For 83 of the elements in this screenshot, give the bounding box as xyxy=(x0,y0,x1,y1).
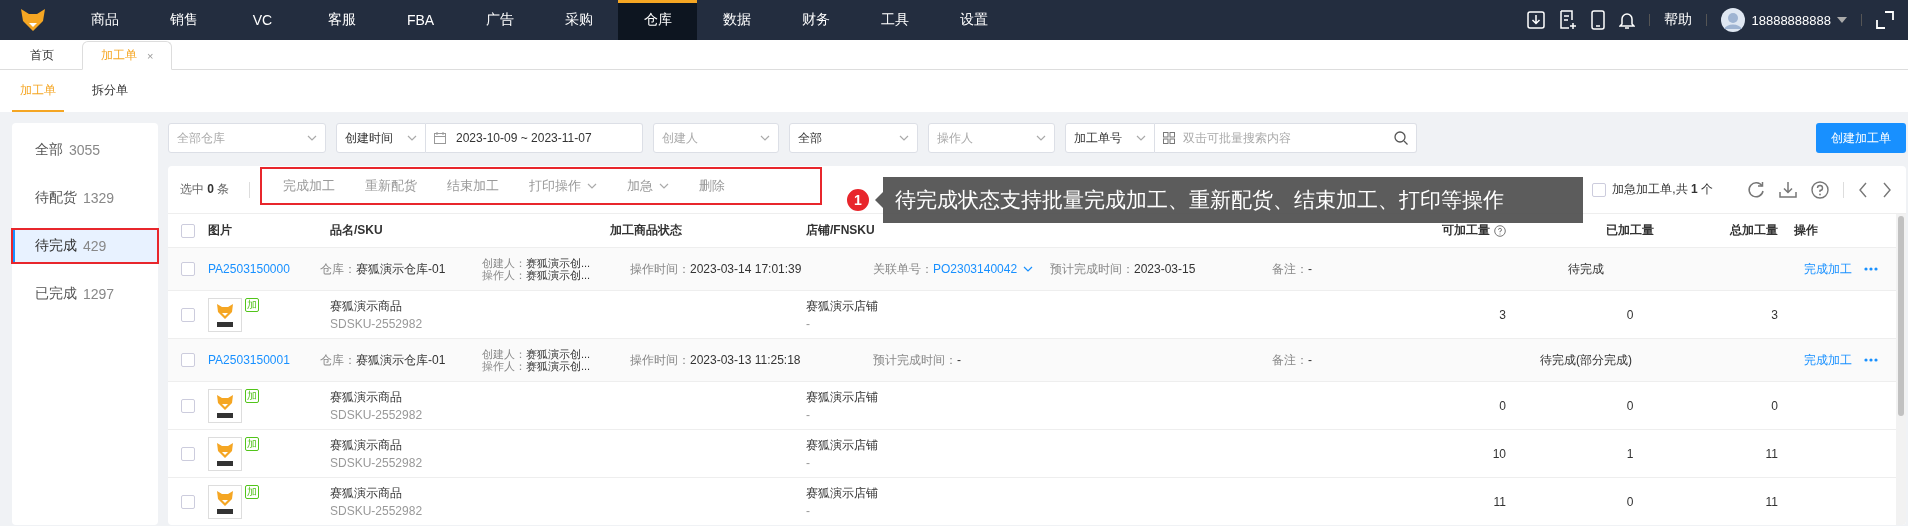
estimated-completion-text: 预计完成时间：2023-03-15 xyxy=(1050,260,1197,278)
sku-text: SDSKU-2552982 xyxy=(330,407,424,422)
quantity-cell: 11 xyxy=(1765,446,1778,461)
sub-tab[interactable]: 拆分单 xyxy=(84,70,136,112)
column-header: 操作 xyxy=(1794,222,1818,239)
selection-count: 选中 0 条 xyxy=(180,181,230,198)
status-text: 待完成(部分完成) xyxy=(1539,351,1633,369)
tag-badge: 加 xyxy=(245,484,259,499)
fnsku-text: - xyxy=(806,407,811,422)
column-header: 图片 xyxy=(208,222,232,239)
select-field[interactable]: 创建时间 xyxy=(336,123,426,153)
urgent-filter-label: 加急加工单,共 1 个 xyxy=(1612,181,1713,198)
step-badge: 1 xyxy=(845,187,871,213)
quantity-cell: 11 xyxy=(1493,494,1506,509)
operator-text: 操作人：赛狐演示创... xyxy=(482,269,592,281)
shop-name: 赛狐演示店铺 xyxy=(806,389,879,404)
quantity-cell: 0 xyxy=(1499,398,1506,413)
shop-name: 赛狐演示店铺 xyxy=(806,298,879,313)
warehouse-text: 仓库：赛狐演示仓库-01 xyxy=(320,260,447,278)
operation-time-text: 操作时间：2023-03-13 11:25:18 xyxy=(630,351,802,369)
related-order-text: 关联单号：PO2303140042 xyxy=(873,260,1018,278)
username[interactable]: 18888888888 xyxy=(1751,12,1831,28)
page-tab[interactable]: 首页 xyxy=(12,41,82,70)
shop-name: 赛狐演示店铺 xyxy=(806,437,879,452)
status-text: 待完成 xyxy=(1567,260,1605,278)
quantity-cell: 10 xyxy=(1492,446,1506,461)
fnsku-text: - xyxy=(806,316,811,331)
sidebar-item[interactable]: 全部 3055 xyxy=(12,133,158,167)
column-header: 品名/SKU xyxy=(330,222,383,239)
nav-item[interactable]: VC xyxy=(223,0,302,40)
quantity-cell: 0 xyxy=(1626,307,1634,322)
shop-name: 赛狐演示店铺 xyxy=(806,485,879,500)
quantity-cell: 3 xyxy=(1771,307,1778,322)
note-text: 备注：- xyxy=(1272,260,1313,278)
nav-item[interactable]: 仓库 xyxy=(618,0,697,40)
quantity-cell: 0 xyxy=(1626,494,1634,509)
note-text: 备注：- xyxy=(1272,351,1313,369)
fnsku-text: - xyxy=(806,503,811,518)
sidebar-item[interactable]: 待完成 429 xyxy=(12,229,158,263)
operation-time-text: 操作时间：2023-03-14 17:01:39 xyxy=(630,260,803,278)
tag-badge: 加 xyxy=(245,297,259,312)
operator-text: 操作人：赛狐演示创... xyxy=(482,360,592,372)
select-field[interactable]: 全部 xyxy=(789,123,918,153)
nav-item[interactable]: FBA xyxy=(381,0,460,40)
sku-text: SDSKU-2552982 xyxy=(330,316,424,331)
nav-item[interactable]: 商品 xyxy=(65,0,144,40)
callout-tooltip: 待完成状态支持批量完成加工、重新配货、结束加工、打印等操作 xyxy=(875,177,1583,223)
quantity-cell: 3 xyxy=(1499,307,1506,322)
creator-text: 创建人：赛狐演示创... xyxy=(482,257,592,269)
fnsku-text: - xyxy=(806,455,811,470)
tag-badge: 加 xyxy=(245,388,259,403)
column-header: 已加工量 xyxy=(1606,222,1654,239)
nav-item[interactable]: 采购 xyxy=(539,0,618,40)
nav-item[interactable]: 广告 xyxy=(460,0,539,40)
quantity-cell: 1 xyxy=(1626,446,1634,461)
estimated-completion-text: 预计完成时间：- xyxy=(873,351,962,369)
nav-item[interactable]: 设置 xyxy=(934,0,1013,40)
product-name: 赛狐演示商品 xyxy=(330,389,403,404)
quantity-cell: 0 xyxy=(1626,398,1634,413)
nav-item[interactable]: 销售 xyxy=(144,0,223,40)
sidebar-item[interactable]: 待配货 1329 xyxy=(12,181,158,215)
nav-item[interactable]: 客服 xyxy=(302,0,381,40)
select-field[interactable]: 加工单号 xyxy=(1065,123,1155,153)
column-header: 加工商品状态 xyxy=(610,222,682,239)
nav-item[interactable]: 工具 xyxy=(855,0,934,40)
nav-item[interactable]: 财务 xyxy=(776,0,855,40)
nav-item[interactable]: 数据 xyxy=(697,0,776,40)
column-header: 可加工量 xyxy=(1442,222,1490,239)
quantity-cell: 0 xyxy=(1771,398,1778,413)
quantity-cell: 11 xyxy=(1765,494,1778,509)
sidebar-item[interactable]: 已完成 1297 xyxy=(12,277,158,311)
sku-text: SDSKU-2552982 xyxy=(330,503,424,518)
tag-badge: 加 xyxy=(245,436,259,451)
product-name: 赛狐演示商品 xyxy=(330,437,403,452)
column-header: 店铺/FNSKU xyxy=(806,222,875,239)
column-header: 总加工量 xyxy=(1730,222,1778,239)
date-range-field[interactable]: 2023-10-09 ~ 2023-11-07 xyxy=(426,123,643,153)
sku-text: SDSKU-2552982 xyxy=(330,455,424,470)
product-name: 赛狐演示商品 xyxy=(330,485,403,500)
creator-text: 创建人：赛狐演示创... xyxy=(482,348,592,360)
product-name: 赛狐演示商品 xyxy=(330,298,403,313)
warehouse-text: 仓库：赛狐演示仓库-01 xyxy=(320,351,447,369)
help-link[interactable]: 帮助 xyxy=(1664,11,1693,29)
